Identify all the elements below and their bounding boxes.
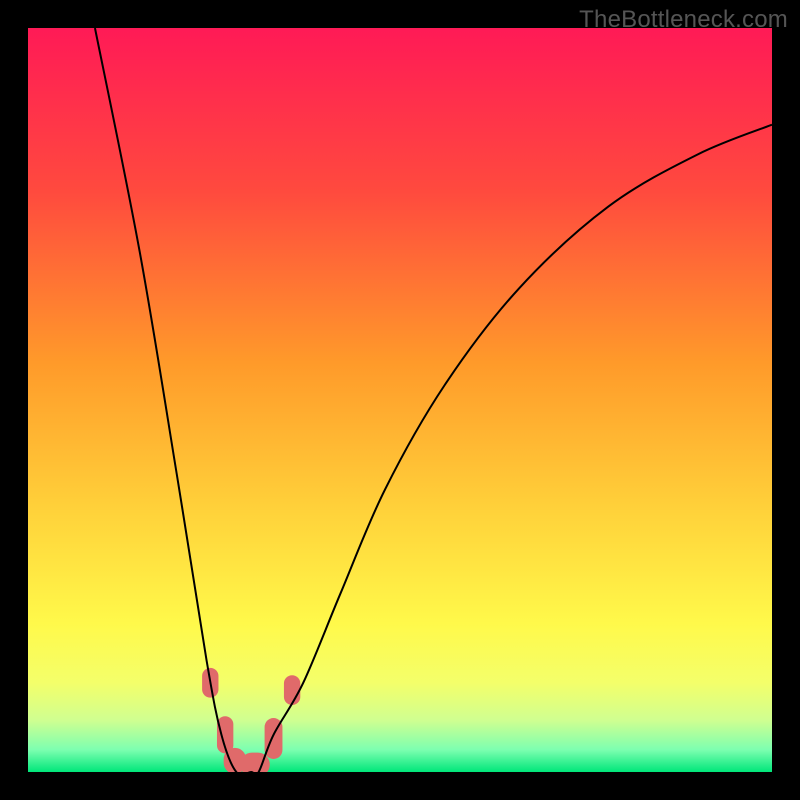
chart-svg [28, 28, 772, 772]
plot-area [28, 28, 772, 772]
outer-frame: TheBottleneck.com [0, 0, 800, 800]
gradient-background [28, 28, 772, 772]
highlight-marker [284, 675, 300, 705]
